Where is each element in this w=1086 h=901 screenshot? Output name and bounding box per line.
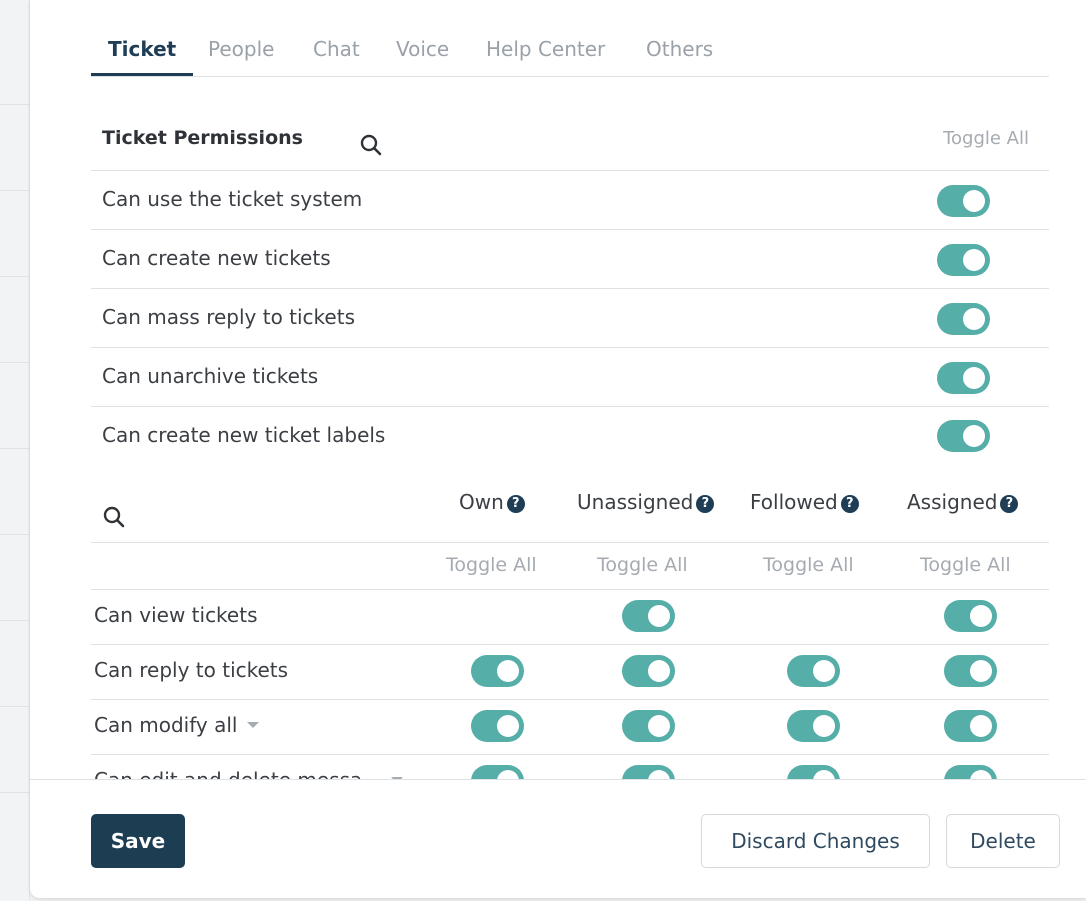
permission-row: Can create new ticket labels xyxy=(91,407,1049,466)
search-icon[interactable] xyxy=(102,505,126,529)
permission-row: Can mass reply to tickets xyxy=(91,289,1049,348)
help-icon[interactable]: ? xyxy=(696,495,715,513)
permission-toggle[interactable] xyxy=(937,420,990,452)
permission-label: Can use the ticket system xyxy=(102,187,363,211)
tab-ticket[interactable]: Ticket xyxy=(108,36,176,62)
toggle-followed[interactable] xyxy=(787,655,840,687)
permission-tabs: Ticket People Chat Voice Help Center Oth… xyxy=(91,28,1049,77)
tab-help-center[interactable]: Help Center xyxy=(486,36,605,62)
caret-down-icon[interactable] xyxy=(247,722,260,728)
tab-others[interactable]: Others xyxy=(646,36,713,62)
column-header-followed: Followed? xyxy=(750,490,859,514)
tab-people[interactable]: People xyxy=(208,36,274,62)
matrix-row: Can modify all xyxy=(91,700,1049,755)
help-icon[interactable]: ? xyxy=(840,495,859,513)
toggle-unassigned[interactable] xyxy=(622,710,675,742)
tab-voice[interactable]: Voice xyxy=(396,36,449,62)
permission-toggle[interactable] xyxy=(937,362,990,394)
toggle-all-button[interactable]: Toggle All xyxy=(943,128,1029,149)
toggle-own[interactable] xyxy=(471,710,524,742)
toggle-assigned[interactable] xyxy=(944,600,997,632)
permission-label: Can create new tickets xyxy=(102,246,331,270)
save-button[interactable]: Save xyxy=(91,814,185,868)
permission-row: Can unarchive tickets xyxy=(91,348,1049,407)
toggle-followed[interactable] xyxy=(787,710,840,742)
toggle-unassigned[interactable] xyxy=(622,600,675,632)
column-header-unassigned: Unassigned? xyxy=(577,490,715,514)
background-page-strip xyxy=(0,0,30,901)
section-title: Ticket Permissions xyxy=(102,127,303,149)
permission-toggle[interactable] xyxy=(937,303,990,335)
toggle-all-own[interactable]: Toggle All xyxy=(446,554,537,576)
permission-toggle[interactable] xyxy=(937,244,990,276)
column-header-own: Own? xyxy=(459,490,525,514)
matrix-row-label[interactable]: Can modify all xyxy=(94,713,260,737)
permission-toggle[interactable] xyxy=(937,185,990,217)
toggle-all-unassigned[interactable]: Toggle All xyxy=(597,554,688,576)
column-header-assigned: Assigned? xyxy=(907,490,1019,514)
active-tab-indicator xyxy=(91,73,193,76)
discard-changes-button[interactable]: Discard Changes xyxy=(701,814,930,868)
matrix-row-label: Can view tickets xyxy=(94,603,258,627)
permission-row: Can use the ticket system xyxy=(91,171,1049,230)
permission-row: Can create new tickets xyxy=(91,230,1049,289)
matrix-header: Own? Unassigned? Followed? Assigned? xyxy=(91,480,1049,543)
matrix-row: Can view tickets xyxy=(91,590,1049,645)
permission-label: Can create new ticket labels xyxy=(102,423,386,447)
search-icon[interactable] xyxy=(359,133,383,157)
delete-button[interactable]: Delete xyxy=(946,814,1060,868)
permission-label: Can mass reply to tickets xyxy=(102,305,355,329)
tab-chat[interactable]: Chat xyxy=(313,36,360,62)
toggle-all-row: Toggle All Toggle All Toggle All Toggle … xyxy=(91,543,1049,590)
toggle-assigned[interactable] xyxy=(944,710,997,742)
permissions-panel: Ticket People Chat Voice Help Center Oth… xyxy=(30,0,1086,898)
ticket-permissions-header: Ticket Permissions Toggle All xyxy=(91,118,1049,171)
toggle-own[interactable] xyxy=(471,655,524,687)
permission-label: Can unarchive tickets xyxy=(102,364,319,388)
toggle-all-followed[interactable]: Toggle All xyxy=(763,554,854,576)
help-icon[interactable]: ? xyxy=(1000,495,1019,513)
help-icon[interactable]: ? xyxy=(506,495,525,513)
matrix-row: Can reply to tickets xyxy=(91,645,1049,700)
toggle-assigned[interactable] xyxy=(944,655,997,687)
toggle-unassigned[interactable] xyxy=(622,655,675,687)
footer-actions: Save Discard Changes Delete xyxy=(30,779,1086,898)
toggle-all-assigned[interactable]: Toggle All xyxy=(920,554,1011,576)
matrix-row-label: Can reply to tickets xyxy=(94,658,289,682)
